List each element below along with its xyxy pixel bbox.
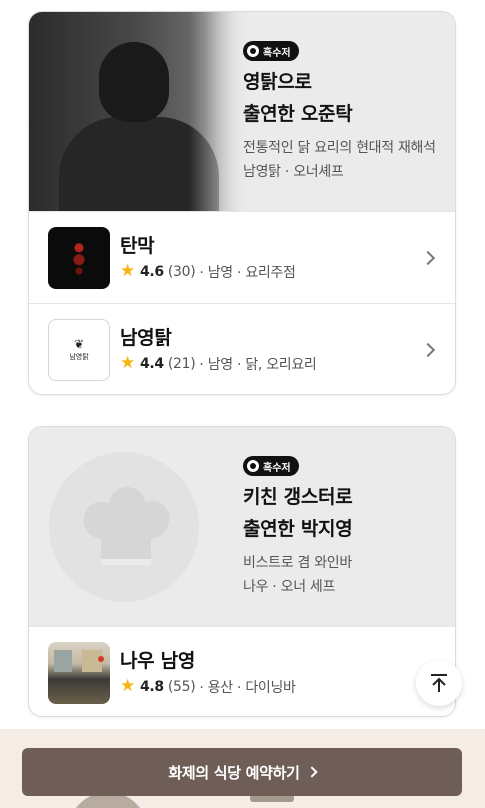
review-count: (21): [167, 355, 196, 372]
chef-photo: [29, 12, 249, 211]
restaurant-thumbnail: ❦ 남영탉: [48, 318, 110, 381]
restaurant-meta: ★ 4.6 (30) · 남영 · 요리주점: [120, 262, 296, 282]
chef-description: 비스트로 겸 와인바 나우 · 오너 세프: [243, 551, 453, 599]
restaurant-name: 탄막: [120, 234, 155, 257]
star-icon: ★: [120, 676, 135, 696]
chef-card[interactable]: 흑수저 키친 갱스터로 출연한 박지영 비스트로 겸 와인바 나우 · 오너 세…: [28, 426, 456, 717]
restaurant-name: 나우 남영: [120, 649, 196, 672]
chef-title-line1: 영탉으로: [243, 71, 312, 93]
star-icon: ★: [120, 261, 135, 281]
chef-card[interactable]: 흑수저 영탉으로 출연한 오준탁 전통적인 닭 요리의 현대적 재해석 남영탉 …: [28, 11, 456, 395]
badge-label: 흑수저: [263, 462, 291, 474]
restaurant-details: · 남영 · 닭, 오리요리: [199, 356, 317, 373]
chef-title: 키친 갱스터로 출연한 박지영: [243, 481, 453, 545]
badge-icon: [247, 45, 259, 57]
chef-hero[interactable]: 흑수저 영탉으로 출연한 오준탁 전통적인 닭 요리의 현대적 재해석 남영탉 …: [29, 12, 455, 211]
rating-value: 4.4: [139, 355, 164, 372]
chef-feed: 흑수저 영탉으로 출연한 오준탁 전통적인 닭 요리의 현대적 재해석 남영탉 …: [0, 0, 485, 808]
rating-value: 4.6: [139, 263, 164, 280]
reserve-button-label: 화제의 식당 예약하기: [168, 763, 300, 782]
restaurant-meta: ★ 4.8 (55) · 용산 · 다이닝바: [120, 677, 296, 697]
logo-mark-icon: ❦: [73, 336, 85, 351]
chef-description: 전통적인 닭 요리의 현대적 재해석 남영탉 · 오너셰프: [243, 136, 453, 184]
rating-value: 4.8: [139, 678, 164, 695]
badge-label: 흑수저: [263, 47, 291, 59]
restaurant-thumbnail: [48, 641, 110, 704]
chef-title-line1: 키친 갱스터로: [243, 486, 353, 508]
restaurant-row-tanmak[interactable]: 탄막 ★ 4.6 (30) · 남영 · 요리주점: [29, 211, 455, 303]
chef-title: 영탉으로 출연한 오준탁: [243, 66, 453, 130]
restaurant-info: 탄막 ★ 4.6 (30) · 남영 · 요리주점: [120, 234, 296, 282]
star-icon: ★: [120, 353, 135, 373]
restaurant-thumbnail: [48, 226, 110, 289]
restaurant-meta: ★ 4.4 (21) · 남영 · 닭, 오리요리: [120, 354, 317, 374]
chevron-right-icon[interactable]: [420, 342, 436, 357]
chef-desc-line1: 비스트로 겸 와인바: [243, 555, 352, 571]
restaurant-details: · 용산 · 다이닝바: [199, 679, 296, 696]
chef-desc-line2: 나우 · 오너 세프: [243, 579, 336, 595]
chef-title-line2: 출연한 박지영: [243, 518, 353, 540]
arrow-up-to-top-icon: [431, 674, 447, 692]
chef-hero[interactable]: 흑수저 키친 갱스터로 출연한 박지영 비스트로 겸 와인바 나우 · 오너 세…: [29, 427, 455, 626]
scroll-top-button[interactable]: [416, 660, 462, 706]
restaurant-details: · 남영 · 요리주점: [199, 264, 296, 281]
chef-desc-line2: 남영탉 · 오너셰프: [243, 164, 344, 180]
chef-title-line2: 출연한 오준탁: [243, 103, 353, 125]
chef-desc-line1: 전통적인 닭 요리의 현대적 재해석: [243, 140, 436, 156]
chevron-right-icon: [306, 766, 318, 778]
logo-word: 남영탉: [69, 352, 89, 361]
category-badge: 흑수저: [243, 41, 299, 61]
review-count: (30): [167, 263, 196, 280]
category-badge: 흑수저: [243, 456, 299, 476]
reserve-button[interactable]: 화제의 식당 예약하기: [22, 748, 462, 796]
restaurant-row-now-namyeong[interactable]: 나우 남영 ★ 4.8 (55) · 용산 · 다이닝바: [29, 626, 455, 716]
restaurant-info: 남영탉 ★ 4.4 (21) · 남영 · 닭, 오리요리: [120, 326, 317, 374]
restaurant-name: 남영탉: [120, 326, 172, 349]
review-count: (55): [167, 678, 196, 695]
chevron-right-icon[interactable]: [420, 250, 436, 265]
restaurant-info: 나우 남영 ★ 4.8 (55) · 용산 · 다이닝바: [120, 649, 296, 697]
badge-icon: [247, 460, 259, 472]
chef-hat-icon: [83, 486, 170, 565]
restaurant-row-namyeongtak[interactable]: ❦ 남영탉 남영탉 ★ 4.4 (21) · 남영 · 닭, 오리요리: [29, 303, 455, 394]
